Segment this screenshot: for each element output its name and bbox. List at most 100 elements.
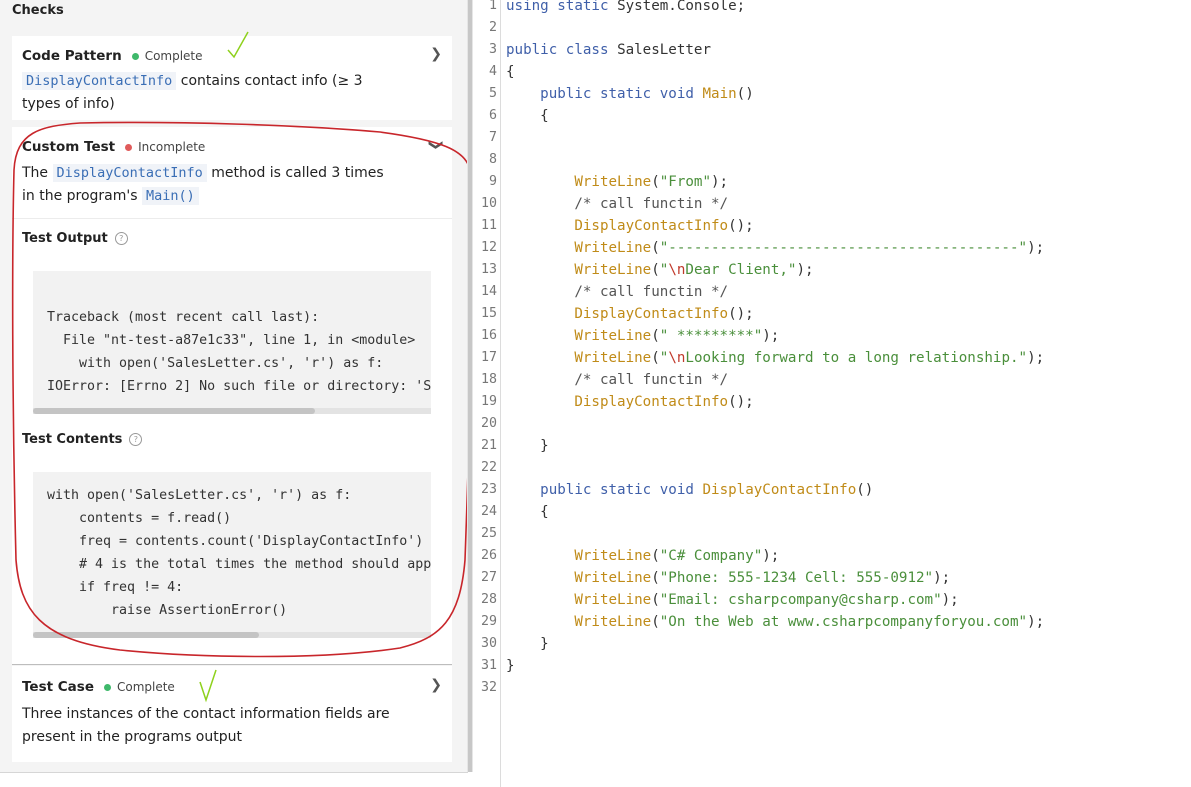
desc-text: method is called 3 times	[211, 165, 384, 181]
line-number: 30	[480, 636, 497, 651]
line-number: 17	[480, 350, 497, 365]
custom-test-divider	[12, 218, 452, 219]
line-number-gutter: 1 2 3 4 5 6 7 8 9 10 11 12 13 14 15 16 17 18 19 20 21 22 23 24 2…	[473, 0, 501, 787]
code-line: WriteLine("\nDear Client,");	[574, 262, 814, 278]
line-number: 32	[480, 680, 497, 695]
line-number: 18	[480, 372, 497, 387]
code-line: public static void DisplayContactInfo()	[540, 482, 874, 498]
line-number: 19	[480, 394, 497, 409]
status-dot-incomplete	[125, 143, 133, 151]
code-line: }	[540, 636, 549, 652]
code-pattern-description: DisplayContactInfo contains contact info…	[22, 70, 422, 116]
code-line: DisplayContactInfo();	[574, 218, 754, 234]
line-number: 8	[488, 152, 497, 167]
code-editor[interactable]: 1 2 3 4 5 6 7 8 9 10 11 12 13 14 15 16 17 18 19 20 21 22 23 24 2…	[473, 0, 1191, 787]
code-line: DisplayContactInfo();	[574, 394, 754, 410]
horizontal-scrollbar[interactable]	[33, 632, 431, 638]
code-line: WriteLine(" *********");	[574, 328, 780, 344]
desc-text: types of info)	[22, 96, 115, 112]
line-number: 9	[488, 174, 497, 189]
code-line: DisplayContactInfo();	[574, 306, 754, 322]
line-number: 5	[488, 86, 497, 101]
line-number: 31	[480, 658, 497, 673]
help-icon[interactable]: ?	[114, 232, 128, 245]
help-icon[interactable]: ?	[129, 433, 143, 446]
code-line: public class SalesLetter	[506, 42, 712, 58]
test-contents-label: Test Contents	[22, 432, 123, 447]
line-number: 14	[480, 284, 497, 299]
checks-title: Checks	[12, 3, 64, 18]
code-line: WriteLine("Email: csharpcompany@csharp.c…	[574, 592, 959, 608]
code-line: WriteLine("-----------------------------…	[574, 240, 1045, 256]
line-number: 20	[480, 416, 497, 431]
custom-test-status: Incomplete	[138, 140, 206, 154]
line-number: 12	[480, 240, 497, 255]
code-line: WriteLine("On the Web at www.csharpcompa…	[574, 614, 1045, 630]
test-output-text: Traceback (most recent call last): File …	[47, 310, 431, 394]
code-line: {	[540, 504, 549, 520]
code-line: /* call functin */	[574, 372, 729, 388]
line-number: 24	[480, 504, 497, 519]
code-line: using static System.Console;	[506, 0, 746, 14]
code-line: /* call functin */	[574, 196, 729, 212]
line-number: 26	[480, 548, 497, 563]
line-number: 4	[488, 64, 497, 79]
custom-test-description: The DisplayContactInfo method is called …	[22, 162, 422, 208]
line-number: 6	[488, 108, 497, 123]
desc-text: present in the programs output	[22, 729, 242, 745]
test-output-label: Test Output	[22, 231, 108, 246]
checks-panel: Checks Code Pattern Complete ❯ DisplayCo…	[0, 0, 468, 773]
code-line: }	[506, 658, 515, 674]
test-case-divider	[12, 664, 452, 665]
line-number: 29	[480, 614, 497, 629]
code-pattern-status: Complete	[144, 49, 203, 63]
code-line: public static void Main()	[540, 86, 754, 102]
test-contents-header: Test Contents ?	[22, 432, 143, 447]
line-number: 23	[480, 482, 497, 497]
test-output-header: Test Output ?	[22, 231, 128, 246]
code-line: WriteLine("C# Company");	[574, 548, 780, 564]
code-line: WriteLine("From");	[574, 174, 729, 190]
line-number: 22	[480, 460, 497, 475]
line-number: 1	[488, 0, 497, 13]
test-contents-box[interactable]: with open('SalesLetter.cs', 'r') as f: c…	[33, 472, 431, 638]
line-number: 25	[480, 526, 497, 541]
test-case-description: Three instances of the contact informati…	[22, 703, 422, 749]
code-pattern-card[interactable]: Code Pattern Complete ❯ DisplayContactIn…	[12, 36, 452, 120]
test-contents-text: with open('SalesLetter.cs', 'r') as f: c…	[47, 488, 431, 618]
code-line: WriteLine("\nLooking forward to a long r…	[574, 350, 1045, 366]
test-case-status: Complete	[116, 680, 175, 694]
test-output-box[interactable]: Traceback (most recent call last): File …	[33, 271, 431, 414]
test-case-card[interactable]: Test Case Complete ❯ Three instances of …	[12, 666, 452, 762]
custom-test-title: Custom Test	[22, 139, 116, 155]
code-line: }	[540, 438, 549, 454]
status-dot-complete	[103, 683, 111, 691]
test-case-title: Test Case	[22, 679, 94, 695]
line-number: 16	[480, 328, 497, 343]
code-line: WriteLine("Phone: 555-1234 Cell: 555-091…	[574, 570, 951, 586]
chevron-right-icon[interactable]: ❯	[430, 46, 442, 62]
code-line: {	[540, 108, 549, 124]
status-dot-complete	[131, 52, 139, 60]
inline-code: DisplayContactInfo	[22, 72, 177, 90]
desc-text: contains contact info (≥ 3	[180, 73, 363, 89]
line-number: 21	[480, 438, 497, 453]
code-line: {	[506, 64, 515, 80]
line-number: 28	[480, 592, 497, 607]
line-number: 27	[480, 570, 497, 585]
code-pattern-title: Code Pattern	[22, 48, 122, 64]
chevron-down-icon[interactable]: ❯	[428, 139, 444, 151]
desc-text: Three instances of the contact informati…	[22, 706, 390, 722]
inline-code: Main()	[142, 187, 199, 205]
line-number: 10	[480, 196, 497, 211]
line-number: 11	[480, 218, 497, 233]
line-number: 3	[488, 42, 497, 57]
horizontal-scrollbar[interactable]	[33, 408, 431, 414]
code-line: /* call functin */	[574, 284, 729, 300]
inline-code: DisplayContactInfo	[52, 164, 207, 182]
line-number: 2	[488, 20, 497, 35]
line-number: 7	[488, 130, 497, 145]
chevron-right-icon[interactable]: ❯	[430, 677, 442, 693]
desc-text: in the program's	[22, 188, 138, 204]
desc-text: The	[22, 165, 49, 181]
